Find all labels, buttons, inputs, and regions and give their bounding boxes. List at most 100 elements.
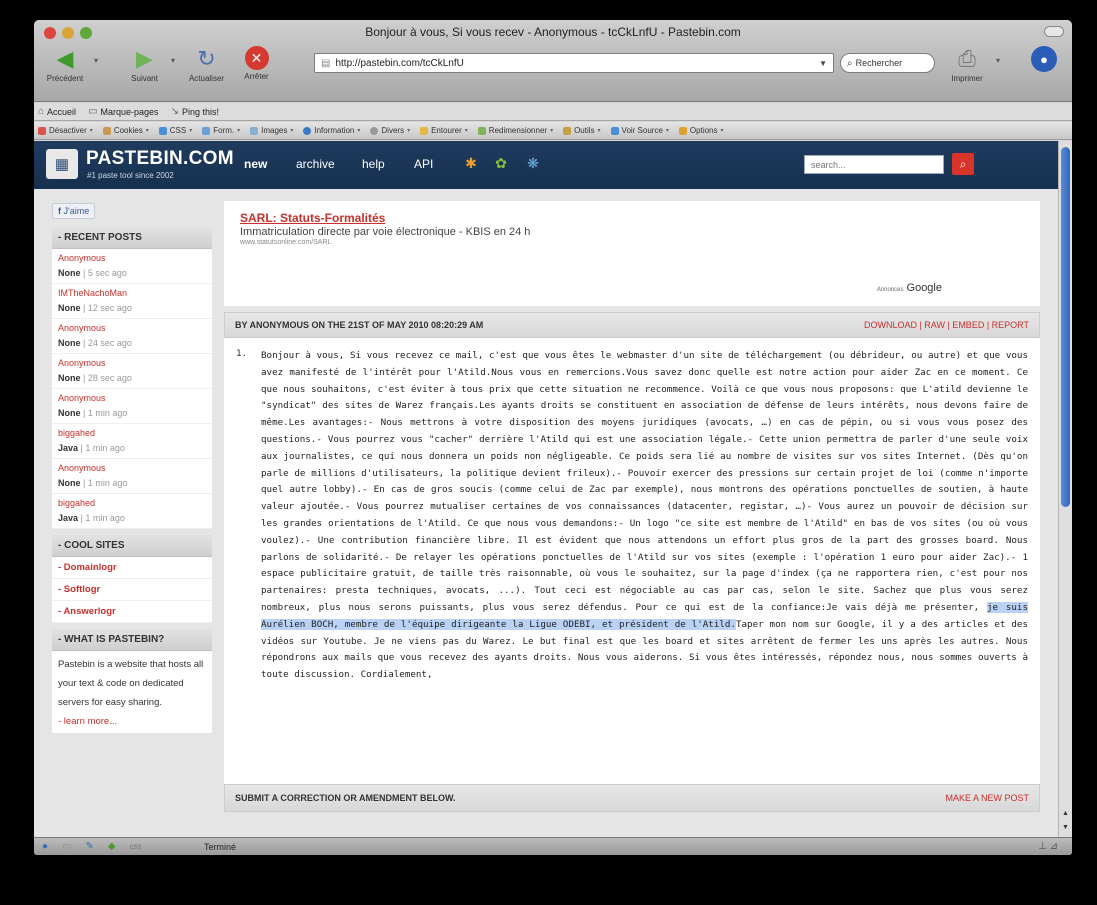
paste-text[interactable]: Bonjour à vous, Si vous recevez ce mail,…: [261, 348, 1028, 684]
recent-post-item[interactable]: Anonymous None | 28 sec ago: [52, 354, 212, 389]
dev-information[interactable]: Information ▾: [303, 126, 360, 135]
pastebin-logo[interactable]: PASTEBIN.COM: [86, 148, 234, 170]
reload-icon: ↻: [197, 46, 216, 71]
dev-options[interactable]: Options ▾: [678, 126, 724, 135]
url-bar[interactable]: ▤ http://pastebin.com/tcCkLnfU ▼: [314, 53, 834, 73]
scroll-up-arrow[interactable]: ▲: [1062, 810, 1069, 817]
recent-posts-box: - RECENT POSTS Anonymous None | 5 sec ago…: [52, 227, 212, 529]
recent-post-item[interactable]: biggahed Java | 1 min ago: [52, 494, 212, 529]
cool-site-link[interactable]: - Softlogr: [52, 579, 212, 601]
nav-archive[interactable]: archive: [296, 157, 335, 171]
ad-url[interactable]: www.statutsonline.com/SARL: [240, 239, 1024, 246]
chevron-down-icon: ▾: [93, 56, 98, 65]
scroll-down-arrow[interactable]: ▼: [1062, 824, 1069, 831]
printer-icon: ⎙: [958, 46, 976, 71]
addon-icon[interactable]: ✎: [86, 841, 94, 852]
info-icon: [303, 126, 312, 135]
window-title: Bonjour à vous, Si vous recev - Anonymou…: [365, 25, 741, 39]
options-icon: [678, 126, 687, 135]
status-text: Terminé: [204, 841, 237, 852]
recent-post-item[interactable]: biggahed Java | 1 min ago: [52, 424, 212, 459]
pastebin-logo-icon[interactable]: ▦: [46, 149, 78, 179]
title-bar: Bonjour à vous, Si vous recev - Anonymou…: [34, 20, 1072, 102]
paste-header: BY ANONYMOUS ON THE 21ST OF MAY 2010 08:…: [224, 312, 1040, 338]
what-is-pastebin-text: Pastebin is a website that hosts all you…: [58, 659, 204, 708]
facebook-icon: f: [58, 206, 61, 216]
submit-correction-bar: SUBMIT A CORRECTION OR AMENDMENT BELOW. …: [224, 784, 1040, 812]
dev-divers[interactable]: Divers ▾: [370, 126, 410, 135]
image-icon: [250, 126, 259, 135]
what-is-pastebin-box: - WHAT IS PASTEBIN? Pastebin is a websit…: [52, 629, 212, 733]
css-status-icon[interactable]: css: [130, 842, 142, 851]
learn-more-link[interactable]: - learn more...: [52, 716, 212, 733]
bookmark-marque-pages[interactable]: ▭ Marque-pages: [88, 106, 159, 117]
cool-sites-box: - COOL SITES - Domainlogr - Softlogr - A…: [52, 535, 212, 623]
dev-entourer[interactable]: Entourer ▾: [420, 126, 468, 135]
ad-title-link[interactable]: SARL: Statuts-Formalités: [240, 211, 1024, 225]
scrollbar-thumb[interactable]: [1061, 147, 1070, 507]
print-button[interactable]: ⎙ ▾ Imprimer: [942, 46, 1000, 84]
tools-icon[interactable]: ✱: [462, 154, 480, 172]
source-icon: [610, 126, 619, 135]
submit-correction-label: SUBMIT A CORRECTION OR AMENDMENT BELOW.: [235, 793, 456, 803]
pastebin-search-button[interactable]: ⌕: [952, 153, 974, 175]
notes-icon[interactable]: ▭: [62, 841, 71, 852]
dev-desactiver[interactable]: Désactiver ▾: [38, 126, 93, 135]
dev-form[interactable]: Form. ▾: [202, 126, 240, 135]
dev-outils[interactable]: Outils ▾: [563, 126, 601, 135]
nav-api[interactable]: API: [414, 157, 433, 171]
dev-images[interactable]: Images ▾: [250, 126, 293, 135]
cookie-icon: [102, 126, 111, 135]
bookmark-accueil[interactable]: ⌂ Accueil: [38, 106, 76, 117]
back-button[interactable]: ◀ ▾ Précédent: [40, 46, 98, 84]
tools-icon[interactable]: ✿: [492, 154, 510, 172]
chevron-down-icon[interactable]: ▼: [819, 59, 833, 68]
reload-button[interactable]: ↻ Actualiser: [184, 46, 229, 84]
cool-site-link[interactable]: - Answerlogr: [52, 601, 212, 623]
line-number: 1.: [236, 348, 248, 359]
pastebin-search-input[interactable]: search...: [804, 155, 944, 174]
recent-post-item[interactable]: Anonymous None | 1 min ago: [52, 389, 212, 424]
main-content: SARL: Statuts-Formalités Immatriculation…: [224, 201, 1040, 812]
forward-arrow-icon: ▶: [136, 46, 153, 71]
make-new-post-link[interactable]: MAKE A NEW POST: [945, 793, 1029, 803]
reload-label: Actualiser: [188, 74, 225, 83]
css-icon: [158, 126, 167, 135]
recent-post-item[interactable]: Anonymous None | 24 sec ago: [52, 319, 212, 354]
cool-sites-title[interactable]: - COOL SITES: [52, 535, 212, 557]
resize-grip-icon[interactable]: ⊥ ⊿: [1038, 841, 1072, 852]
browser-search-input[interactable]: ⌕ Rechercher: [840, 53, 935, 73]
resize-icon: [477, 126, 486, 135]
pastebin-tagline: #1 paste tool since 2002: [87, 171, 174, 180]
nav-help[interactable]: help: [362, 157, 385, 171]
what-is-pastebin-title[interactable]: - WHAT IS PASTEBIN?: [52, 629, 212, 651]
google-ads-label[interactable]: Annonces Google: [877, 282, 942, 294]
firefox-status-icon[interactable]: ●: [42, 841, 48, 852]
facebook-like-button[interactable]: f J'aime: [52, 203, 96, 219]
recent-post-item[interactable]: Anonymous None | 5 sec ago: [52, 249, 212, 284]
disable-icon: [38, 126, 46, 135]
recent-post-item[interactable]: IMTheNachoMan None | 12 sec ago: [52, 284, 212, 319]
page-icon: ▤: [321, 57, 331, 69]
cool-site-link[interactable]: - Domainlogr: [52, 557, 212, 579]
security-icon[interactable]: ◆: [108, 841, 116, 852]
page-scrollbar[interactable]: ▲ ▼: [1058, 141, 1072, 837]
folder-icon: ▭: [88, 106, 98, 117]
tools-icon[interactable]: ❋: [524, 154, 542, 172]
firefox-button[interactable]: ●: [1024, 46, 1064, 74]
browser-window: Bonjour à vous, Si vous recev - Anonymou…: [34, 20, 1072, 855]
dev-redimensionner[interactable]: Redimensionner ▾: [477, 126, 553, 135]
bookmark-ping-this[interactable]: ↘ Ping this!: [171, 106, 219, 117]
dev-css[interactable]: CSS ▾: [158, 126, 192, 135]
recent-posts-title[interactable]: - RECENT POSTS: [52, 227, 212, 249]
nav-new[interactable]: new: [244, 157, 267, 171]
toolbar-toggle-button[interactable]: [1044, 26, 1064, 37]
paste-actions[interactable]: DOWNLOAD | RAW | EMBED | REPORT: [864, 320, 1029, 330]
stop-button[interactable]: ✕ Arrêter: [234, 46, 279, 81]
dev-voir-source[interactable]: Voir Source ▾: [610, 126, 669, 135]
recent-post-item[interactable]: Anonymous None | 1 min ago: [52, 459, 212, 494]
forward-button[interactable]: ▶ ▾ Suivant: [122, 46, 175, 84]
back-label: Précédent: [46, 74, 84, 83]
ad-banner: SARL: Statuts-Formalités Immatriculation…: [224, 201, 1040, 306]
dev-cookies[interactable]: Cookies ▾: [102, 126, 149, 135]
